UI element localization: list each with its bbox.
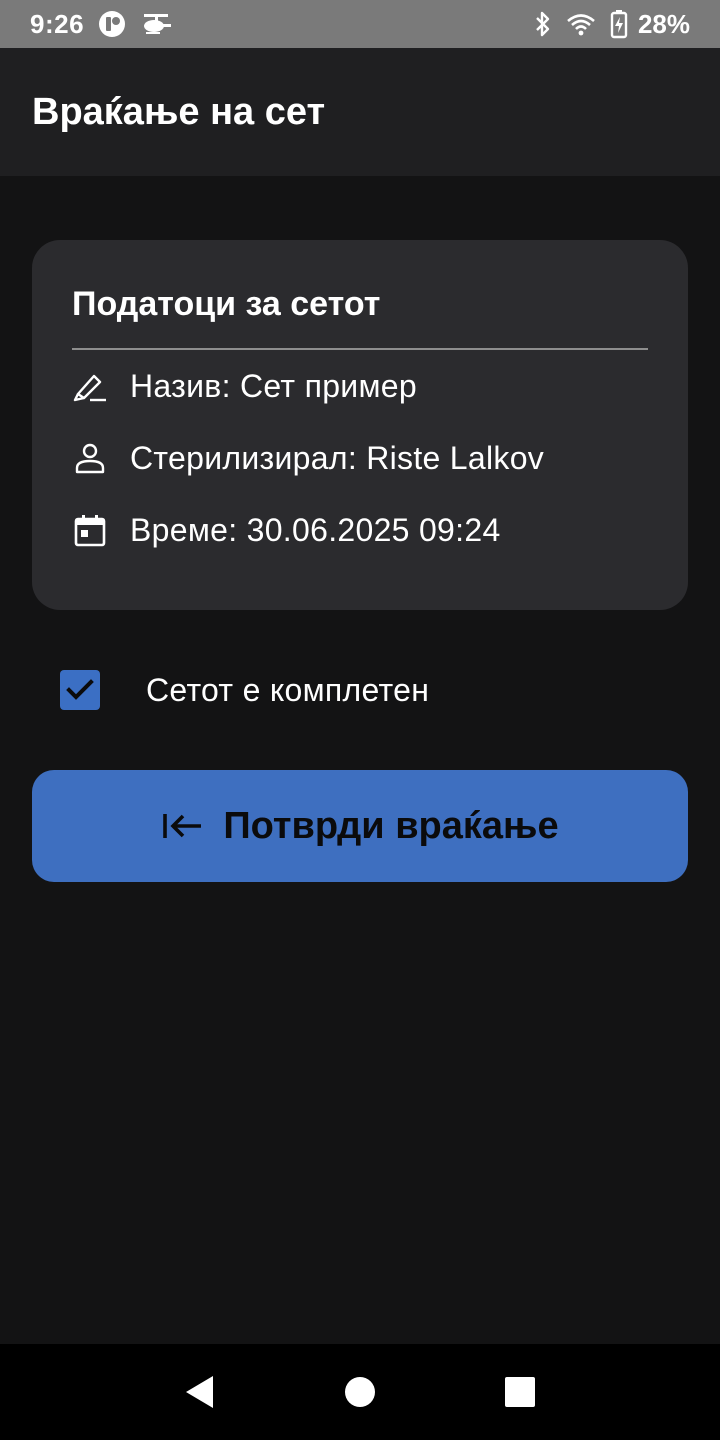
status-time: 9:26 xyxy=(30,8,85,39)
back-triangle-icon[interactable] xyxy=(170,1362,230,1422)
status-left: 9:26 xyxy=(30,9,172,40)
helicopter-icon xyxy=(140,11,172,37)
bluetooth-icon xyxy=(534,10,552,38)
status-right: 28% xyxy=(534,9,690,40)
battery-percentage: 28% xyxy=(637,8,690,39)
set-complete-checkbox-row[interactable]: Сетот е комплетен xyxy=(60,670,429,710)
screen: 9:26 28% Враќање на сет Податоци за сето… xyxy=(0,0,720,1440)
set-complete-label[interactable]: Сетот е комплетен xyxy=(146,672,429,709)
battery-charging-icon xyxy=(610,9,628,39)
set-info-card: Податоци за сетот Назив: Сет пример Стер… xyxy=(32,240,688,610)
app-bar: Враќање на сет xyxy=(0,48,720,176)
info-row-name: Назив: Сет пример xyxy=(72,350,648,422)
system-nav-bar xyxy=(0,1344,720,1440)
info-text-name: Назив: Сет пример xyxy=(130,367,417,404)
notification-app-icon xyxy=(98,10,126,38)
wifi-icon xyxy=(566,12,596,36)
calendar-icon xyxy=(72,512,108,548)
checkmark-icon xyxy=(66,679,94,700)
status-bar: 9:26 28% xyxy=(0,0,720,48)
recents-square-icon[interactable] xyxy=(490,1362,550,1422)
info-text-time: Време: 30.06.2025 09:24 xyxy=(130,511,501,548)
card-title: Податоци за сетот xyxy=(72,285,381,323)
info-row-sterilized-by: Стерилизирал: Riste Lalkov xyxy=(72,422,648,494)
arrow-left-to-line-icon xyxy=(161,804,205,848)
set-complete-checkbox[interactable] xyxy=(60,670,100,710)
home-circle-icon[interactable] xyxy=(330,1362,390,1422)
confirm-return-label: Потврди враќање xyxy=(223,804,559,847)
edit-pen-icon xyxy=(72,368,108,404)
person-icon xyxy=(72,440,108,476)
confirm-return-button[interactable]: Потврди враќање xyxy=(32,770,688,882)
info-row-time: Време: 30.06.2025 09:24 xyxy=(72,494,648,566)
page-title: Враќање на сет xyxy=(32,90,326,133)
info-text-sterilized-by: Стерилизирал: Riste Lalkov xyxy=(130,439,545,476)
